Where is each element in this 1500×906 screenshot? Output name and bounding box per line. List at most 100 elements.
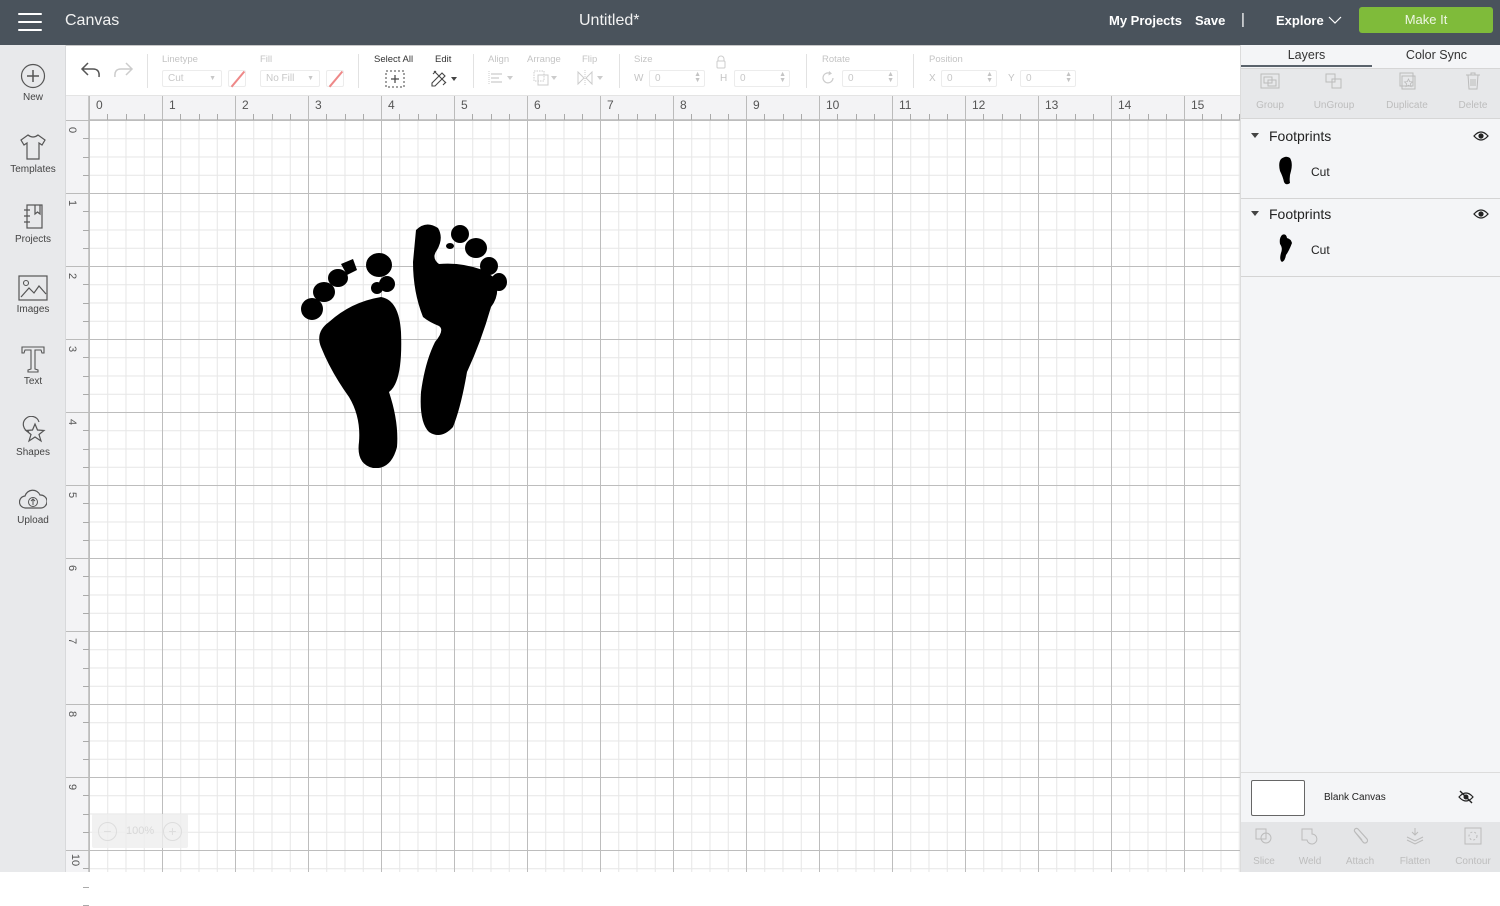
- stepper-icon[interactable]: ▲ ▼: [779, 71, 786, 84]
- linetype-color-swatch[interactable]: [228, 70, 246, 87]
- ungroup-button[interactable]: UnGroup: [1305, 72, 1363, 111]
- dropdown-arrow-icon: ▼: [209, 75, 216, 82]
- contour-label: Contour: [1455, 856, 1491, 867]
- sidebar-item-shapes[interactable]: Shapes: [0, 416, 66, 480]
- undo-icon[interactable]: [80, 61, 102, 79]
- contour-button[interactable]: Contour: [1448, 827, 1498, 867]
- ruler-major-tick: [66, 704, 89, 705]
- stepper-icon[interactable]: ▲ ▼: [887, 71, 894, 84]
- toolbar-divider: [147, 54, 148, 88]
- ruler-tick-label: 1: [66, 199, 79, 207]
- tab-color-sync[interactable]: Color Sync: [1372, 45, 1500, 67]
- ruler-major-tick: [673, 96, 674, 120]
- ruler-tick-label: 11: [899, 98, 912, 112]
- design-canvas[interactable]: [89, 120, 1240, 872]
- toolbar-divider: [473, 54, 474, 88]
- explore-menu[interactable]: Explore: [1276, 13, 1324, 28]
- footprint-thumbnail-icon: [1279, 156, 1292, 185]
- align-icon[interactable]: [488, 71, 514, 85]
- width-value: 0: [655, 73, 661, 84]
- delete-button[interactable]: Delete: [1444, 72, 1500, 111]
- attach-button[interactable]: Attach: [1335, 827, 1385, 867]
- sidebar-item-text[interactable]: Text: [0, 345, 66, 409]
- ruler-tick-label: 9: [66, 783, 79, 791]
- document-title[interactable]: Untitled*: [579, 12, 639, 30]
- edit-icon[interactable]: [430, 69, 458, 87]
- group-button[interactable]: Group: [1241, 72, 1299, 111]
- linetype-value: Cut: [168, 73, 184, 84]
- fill-select[interactable]: No Fill ▼: [260, 70, 320, 87]
- rotate-input[interactable]: 0 ▲ ▼: [842, 70, 898, 87]
- position-x-input[interactable]: 0 ▲ ▼: [941, 70, 997, 87]
- flip-icon[interactable]: [577, 70, 605, 86]
- layer-group-name: Footprints: [1269, 206, 1332, 222]
- trash-icon: [1466, 72, 1480, 90]
- sidebar-item-new[interactable]: New: [0, 63, 66, 127]
- layer-operation-label: Cut: [1311, 165, 1330, 179]
- fill-value: No Fill: [266, 73, 295, 84]
- ruler-major-tick: [66, 412, 89, 413]
- sidebar-item-label: Upload: [17, 515, 49, 526]
- ruler-major-tick: [308, 96, 309, 120]
- right-footprint[interactable]: [411, 222, 511, 438]
- zoom-in-button[interactable]: +: [163, 822, 182, 841]
- blank-canvas-layer[interactable]: Blank Canvas: [1241, 772, 1500, 822]
- chevron-down-icon[interactable]: [1328, 13, 1342, 27]
- position-x-value: 0: [947, 73, 953, 84]
- rotate-icon: [822, 71, 834, 84]
- toolbar-divider: [806, 54, 807, 88]
- left-footprint[interactable]: [301, 222, 405, 468]
- ruler-tick-label: 12: [972, 98, 986, 112]
- my-projects-link[interactable]: My Projects: [1109, 13, 1182, 28]
- slice-button[interactable]: Slice: [1239, 827, 1289, 867]
- layer-item[interactable]: Cut: [1271, 155, 1491, 191]
- weld-button[interactable]: Weld: [1285, 827, 1335, 867]
- save-button[interactable]: Save: [1195, 13, 1225, 28]
- ruler-tick-label: 8: [66, 710, 79, 718]
- select-all-icon[interactable]: [385, 70, 405, 88]
- lock-icon[interactable]: [714, 55, 728, 69]
- arrange-icon[interactable]: [533, 70, 559, 86]
- ruler-major-tick: [66, 777, 89, 778]
- sidebar-item-projects[interactable]: Projects: [0, 203, 66, 267]
- ungroup-icon: [1325, 73, 1342, 89]
- tab-layers[interactable]: Layers: [1241, 45, 1372, 67]
- stepper-icon[interactable]: ▲ ▼: [694, 71, 701, 84]
- layer-group-header[interactable]: Footprints: [1241, 121, 1500, 151]
- eye-icon[interactable]: [1473, 130, 1489, 142]
- sidebar-item-images[interactable]: Images: [0, 275, 66, 339]
- layer-item[interactable]: Cut: [1271, 233, 1491, 269]
- hamburger-menu-icon[interactable]: [18, 13, 42, 31]
- ruler-tick-label: 3: [315, 98, 322, 112]
- sidebar-item-templates[interactable]: Templates: [0, 133, 66, 197]
- ruler-tick-label: 9: [753, 98, 760, 112]
- width-input[interactable]: 0 ▲ ▼: [649, 70, 705, 87]
- height-input[interactable]: 0 ▲ ▼: [734, 70, 790, 87]
- x-label: X: [929, 73, 936, 84]
- caret-down-icon[interactable]: [1251, 211, 1259, 216]
- stepper-icon[interactable]: ▲ ▼: [986, 71, 993, 84]
- zoom-out-button[interactable]: −: [98, 822, 117, 841]
- position-y-input[interactable]: 0 ▲ ▼: [1020, 70, 1076, 87]
- layers-panel: Layers Color Sync Group UnGroup Duplicat…: [1240, 45, 1500, 872]
- ruler-major-tick: [235, 96, 236, 120]
- linetype-select[interactable]: Cut ▼: [162, 70, 222, 87]
- ruler-tick-label: 7: [607, 98, 614, 112]
- fill-color-swatch[interactable]: [326, 70, 344, 87]
- ruler-minor-tick: [83, 886, 89, 888]
- height-value: 0: [740, 73, 746, 84]
- layer-group-header[interactable]: Footprints: [1241, 199, 1500, 229]
- ruler-major-tick: [746, 96, 747, 120]
- blank-canvas-swatch[interactable]: [1251, 780, 1305, 816]
- ruler-tick-label: 10: [826, 98, 840, 112]
- eye-icon[interactable]: [1473, 208, 1489, 220]
- ruler-tick-label: 6: [66, 564, 79, 572]
- eye-hidden-icon[interactable]: [1457, 790, 1475, 804]
- make-it-button[interactable]: Make It: [1359, 7, 1493, 33]
- caret-down-icon[interactable]: [1251, 133, 1259, 138]
- flatten-button[interactable]: Flatten: [1390, 827, 1440, 867]
- duplicate-button[interactable]: Duplicate: [1378, 72, 1436, 111]
- sidebar-item-upload[interactable]: Upload: [0, 488, 66, 552]
- redo-icon[interactable]: [112, 61, 134, 79]
- stepper-icon[interactable]: ▲ ▼: [1065, 71, 1072, 84]
